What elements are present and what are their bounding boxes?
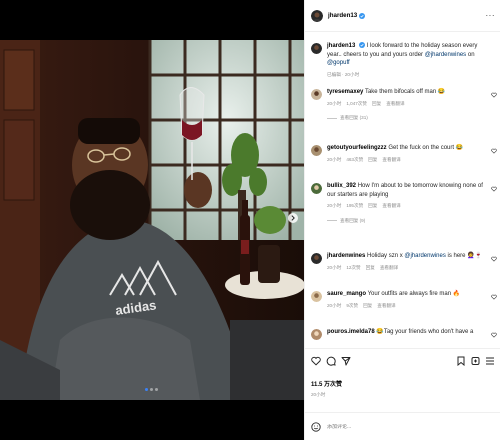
reply-button[interactable]: 回复 bbox=[368, 156, 377, 165]
translate-button[interactable]: 查看翻译 bbox=[380, 264, 398, 273]
comment-text: Get the fuck on the court bbox=[388, 145, 456, 151]
commenter-avatar[interactable] bbox=[311, 89, 322, 100]
comment-text: Tag your friends who don't have a bbox=[383, 329, 474, 335]
view-replies-label: 查看回复 (31) bbox=[340, 115, 368, 120]
comment-time: 20小时 bbox=[327, 156, 342, 162]
comment-emoji: 😂 bbox=[437, 89, 446, 95]
translate-button[interactable]: 查看翻译 bbox=[382, 202, 400, 211]
comment-like-heart-icon[interactable] bbox=[491, 256, 497, 262]
commenter-avatar[interactable] bbox=[311, 329, 322, 340]
comment-time: 20小时 bbox=[327, 203, 342, 208]
comment-like-heart-icon[interactable] bbox=[491, 294, 497, 300]
author-username[interactable]: jharden13 bbox=[328, 12, 357, 19]
comment-text: Take them bifocals off man bbox=[364, 89, 438, 95]
post-actions-bar bbox=[305, 348, 500, 375]
post-media-pane: adidas bbox=[0, 0, 304, 440]
more-options-icon[interactable] bbox=[485, 356, 495, 366]
comment-item: getoutyourfeelingzzz Get the fuck on the… bbox=[311, 144, 497, 164]
author-avatar[interactable] bbox=[311, 9, 323, 22]
comment-like-heart-icon[interactable] bbox=[491, 92, 497, 98]
comment-text: is here bbox=[445, 253, 468, 259]
commenter-avatar[interactable] bbox=[311, 291, 322, 302]
verified-badge-icon bbox=[359, 42, 366, 49]
carousel-dot-active bbox=[145, 388, 148, 391]
reply-button[interactable]: 回复 bbox=[372, 100, 381, 109]
view-replies-button[interactable]: 查看回复 (9) bbox=[327, 217, 487, 226]
comment-like-heart-icon[interactable] bbox=[491, 332, 497, 338]
comment-time: 20小时 bbox=[327, 264, 342, 270]
view-replies-label: 查看回复 (9) bbox=[340, 217, 366, 223]
view-replies-button[interactable]: 查看回复 (31) bbox=[327, 114, 487, 123]
bookmark-icon[interactable] bbox=[456, 356, 466, 366]
comment-text: Holiday szn x bbox=[367, 253, 405, 259]
reply-button[interactable]: 回复 bbox=[368, 202, 377, 211]
comment-like-heart-icon[interactable] bbox=[491, 186, 497, 192]
post-caption: jharden13 I look forward to the holiday … bbox=[311, 42, 497, 79]
comment-item: pouros.imelda78 😂Tag your friends who do… bbox=[311, 328, 497, 340]
carousel-dot bbox=[155, 388, 158, 391]
reply-button[interactable]: 回复 bbox=[363, 302, 372, 311]
comment-item: tyresemaxey Take them bifocals off man 😂… bbox=[311, 88, 497, 123]
commenter-avatar[interactable] bbox=[311, 145, 322, 156]
comment-time: 20小时 bbox=[327, 100, 342, 106]
commenter-avatar[interactable] bbox=[311, 183, 322, 194]
instagram-post-modal: adidas jharden13 ··· jharden13 I look fo… bbox=[0, 0, 500, 440]
next-image-button[interactable] bbox=[288, 213, 298, 223]
comment-item: jhardenwines Holiday szn x @jhardenwines… bbox=[311, 252, 497, 272]
comment-likes[interactable]: 463次赞 bbox=[346, 156, 363, 165]
comment-likes[interactable]: 195次赞 bbox=[346, 202, 363, 211]
emoji-icon[interactable] bbox=[311, 421, 321, 432]
comment-emoji: 😂 bbox=[455, 145, 464, 151]
comment-username[interactable]: pouros.imelda78 bbox=[327, 329, 375, 335]
author-avatar[interactable] bbox=[311, 43, 322, 54]
comment-likes[interactable]: 12次赞 bbox=[346, 264, 360, 273]
translate-button[interactable]: 查看翻译 bbox=[377, 302, 395, 311]
comment-username[interactable]: saure_mango bbox=[327, 291, 366, 297]
caption-mention[interactable]: @jhardenwines bbox=[425, 52, 466, 58]
caption-mention[interactable]: @gopuff bbox=[327, 60, 350, 66]
comment-emoji: 👩‍🦱🍷 bbox=[467, 253, 483, 259]
post-timestamp: 20小时 bbox=[311, 392, 326, 397]
verified-badge-icon bbox=[359, 12, 366, 19]
like-count[interactable]: 11.5 万次赞 bbox=[311, 379, 342, 388]
commenter-avatar[interactable] bbox=[311, 253, 322, 264]
add-story-icon[interactable] bbox=[471, 356, 481, 366]
comment-mention[interactable]: @jhardenwines bbox=[404, 253, 445, 259]
translate-button[interactable]: 查看翻译 bbox=[386, 100, 404, 109]
comment-username[interactable]: bullix_392 bbox=[327, 183, 356, 189]
comment-emoji: 😂 bbox=[376, 329, 384, 335]
comment-like-heart-icon[interactable] bbox=[491, 148, 497, 154]
share-icon[interactable] bbox=[341, 356, 351, 366]
heart-icon[interactable] bbox=[311, 356, 321, 366]
comment-username[interactable]: tyresemaxey bbox=[327, 89, 363, 95]
add-comment-input[interactable] bbox=[327, 423, 477, 430]
comment-text: Your outfits are always fire man bbox=[367, 291, 453, 297]
carousel-dot bbox=[150, 388, 153, 391]
carousel-indicator bbox=[145, 388, 158, 391]
caption-text: on bbox=[466, 51, 475, 58]
comment-item: bullix_392 How I'm about to be tomorrow … bbox=[311, 182, 497, 225]
add-comment-bar bbox=[305, 412, 500, 440]
post-photo[interactable]: adidas bbox=[0, 40, 304, 400]
comment-likes[interactable]: 1,047次赞 bbox=[346, 100, 367, 109]
comment-item: saure_mango Your outfits are always fire… bbox=[311, 290, 497, 310]
comments-list: jharden13 I look forward to the holiday … bbox=[305, 34, 500, 344]
translate-button[interactable]: 查看翻译 bbox=[382, 156, 400, 165]
comment-time: 20小时 bbox=[327, 302, 342, 308]
post-details-panel: jharden13 ··· jharden13 I look forward t… bbox=[304, 0, 500, 440]
comment-username[interactable]: getoutyourfeelingzzz bbox=[327, 145, 387, 151]
caption-meta: 已编辑 · 20小时 bbox=[327, 71, 360, 77]
caption-username[interactable]: jharden13 bbox=[327, 43, 355, 49]
comment-icon[interactable] bbox=[326, 356, 336, 366]
comment-username[interactable]: jhardenwines bbox=[327, 253, 365, 259]
post-header: jharden13 ··· bbox=[305, 0, 500, 32]
chevron-right-icon bbox=[291, 215, 295, 221]
comment-emoji: 🔥 bbox=[452, 291, 461, 297]
comment-likes[interactable]: 9次赞 bbox=[346, 302, 358, 311]
reply-button[interactable]: 回复 bbox=[366, 264, 375, 273]
more-options-icon[interactable]: ··· bbox=[486, 11, 496, 20]
